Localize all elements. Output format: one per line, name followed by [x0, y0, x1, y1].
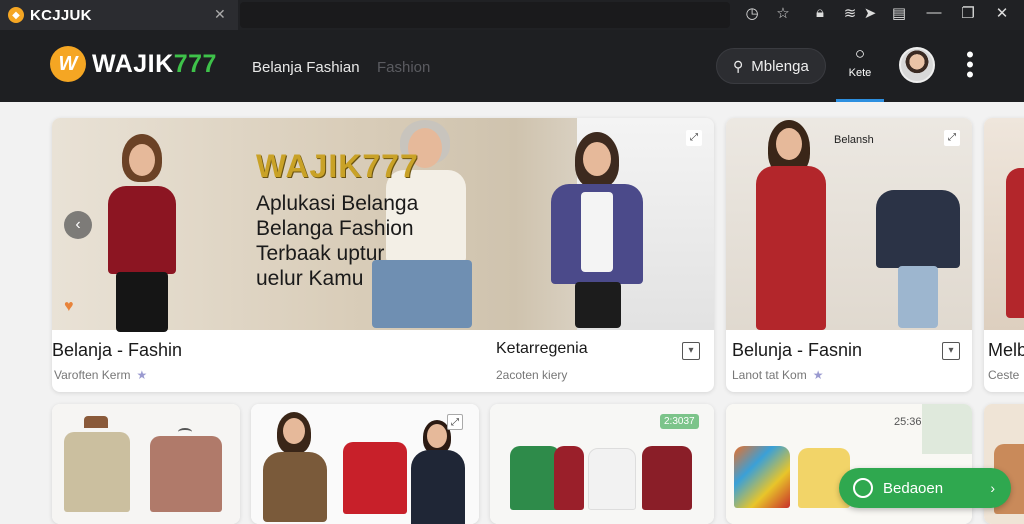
tab-title: KCJJUK	[30, 6, 92, 24]
burgundy-shirt	[642, 446, 692, 510]
w-logo-icon: W	[50, 46, 86, 82]
price-tag-1: 2:3037	[660, 414, 699, 429]
hero-headline-2: Belanga Fashion	[256, 217, 414, 240]
tab-close-icon[interactable]: ✕	[214, 6, 226, 23]
hero-card-mid-subtitle: 2acoten kiery	[496, 368, 568, 382]
clock-icon[interactable]: ◷	[742, 4, 762, 22]
product-card-row2-2[interactable]: ⤢	[251, 404, 479, 524]
close-window-icon[interactable]: ✕	[992, 4, 1012, 22]
carousel-prev-button[interactable]: ‹	[64, 211, 92, 239]
hanger-icon	[178, 428, 192, 436]
chevron-right-icon: ›	[990, 480, 995, 496]
minimize-icon[interactable]: —	[924, 4, 944, 21]
browser-tab[interactable]: ◆ KCJJUK ✕	[0, 0, 238, 30]
hero-headline-3: Terbaak uptur	[256, 242, 385, 265]
hero-headline-4: uelur Kamu	[256, 267, 364, 290]
star-icon: ★	[812, 368, 824, 382]
hero-brand-tag: WAJIK777	[256, 148, 419, 184]
beige-blazer	[64, 432, 130, 512]
hero-headline-1: Aplukasi Belanga	[256, 192, 419, 215]
search-button-label: Mblenga	[751, 57, 809, 75]
nav-fashion[interactable]: Fashion	[377, 59, 430, 76]
heart-icon[interactable]: ♥	[64, 298, 74, 316]
product-card-3[interactable]: Melb Ceste	[984, 118, 1024, 392]
address-bar[interactable]	[240, 2, 730, 28]
card-2-bookmark-icon[interactable]: ▾	[942, 342, 960, 360]
red-cardigan	[343, 442, 407, 514]
send-icon[interactable]: ➤	[860, 4, 880, 22]
wifi-icon[interactable]: ≋	[840, 4, 860, 22]
product-card-3-title: Melb	[988, 340, 1024, 360]
brand-logo[interactable]: W WAJIK777	[50, 46, 217, 82]
hero-card-title: Belanja - Fashin	[52, 340, 183, 360]
active-tab-indicator	[836, 99, 884, 102]
product-card-3-subtitle: Ceste	[988, 368, 1020, 382]
search-button[interactable]: ⚲ Mblenga	[716, 48, 826, 84]
hat	[84, 416, 108, 428]
app-header: W WAJIK777 Belanja Fashian Fashion ⚲ Mbl…	[0, 30, 1024, 102]
window-titlebar: ◆ KCJJUK ✕ ◷ ☆ 🔒︎ ≋ ➤ ▤ — ❐ ✕	[0, 0, 1024, 30]
hero-card-subtitle: Varoften Kerm ★	[54, 368, 147, 382]
row2-card-2-expand-icon[interactable]: ⤢	[447, 414, 463, 430]
colorful-top	[734, 446, 790, 508]
hero-card[interactable]: WAJIK777 Aplukasi Belanga Belanga Fashio…	[52, 118, 714, 392]
green-shirt	[510, 446, 560, 510]
product-card-2-subtitle: Lanot tat Kom ★	[732, 368, 823, 382]
maximize-icon[interactable]: ❐	[958, 4, 978, 22]
search-icon: ⚲	[733, 57, 744, 74]
more-options-icon[interactable]: • • •	[960, 44, 980, 86]
hero-card-subtitle-text: Varoften Kerm	[54, 368, 131, 382]
card-2-expand-icon[interactable]: ⤢	[944, 130, 960, 146]
maroon-shirt	[554, 446, 584, 510]
white-shirt	[588, 448, 636, 510]
bookmark-icon[interactable]: ▾	[682, 342, 700, 360]
price-tag-2: 25:36	[894, 416, 922, 428]
hero-card-mid-title: Ketarregenia	[496, 340, 588, 357]
lock-icon[interactable]: 🔒︎	[810, 4, 830, 21]
product-card-2-title: Belunja - Fasnin	[732, 340, 863, 360]
nav-tab-label: Kete	[848, 67, 872, 79]
notes-icon[interactable]: ▤	[889, 4, 909, 22]
floating-action-button[interactable]: Bedaoen ›	[839, 468, 1011, 508]
product-card-row2-1[interactable]	[52, 404, 240, 524]
brand-name-part2: 777	[173, 49, 217, 78]
expand-icon[interactable]: ⤢	[686, 130, 702, 146]
brand-name-part1: WAJIK	[92, 49, 174, 78]
nav-tab-active[interactable]: ○ Kete	[836, 44, 884, 102]
star-icon: ★	[136, 368, 148, 382]
nav-belanja-fashion[interactable]: Belanja Fashian	[252, 59, 360, 76]
product-card-3-garment	[1006, 168, 1024, 318]
product-card-2-subtitle-text: Lanot tat Kom	[732, 368, 807, 382]
row2-card-4-corner	[922, 404, 972, 454]
user-avatar[interactable]	[899, 47, 935, 83]
search-icon	[853, 478, 873, 498]
brown-tshirt	[150, 436, 222, 512]
card-2-corner-label: Belansh	[834, 134, 874, 146]
fab-label: Bedaoen	[883, 479, 944, 497]
brand-name: WAJIK777	[92, 50, 217, 79]
star-icon[interactable]: ☆	[773, 4, 793, 22]
search-circle-icon: ○	[854, 44, 866, 63]
shield-logo-icon: ◆	[8, 7, 24, 23]
product-card-row2-3[interactable]: 2:3037	[490, 404, 714, 524]
product-card-2[interactable]: Belansh ⤢ Belunja - Fasnin Lanot tat Kom…	[726, 118, 972, 392]
